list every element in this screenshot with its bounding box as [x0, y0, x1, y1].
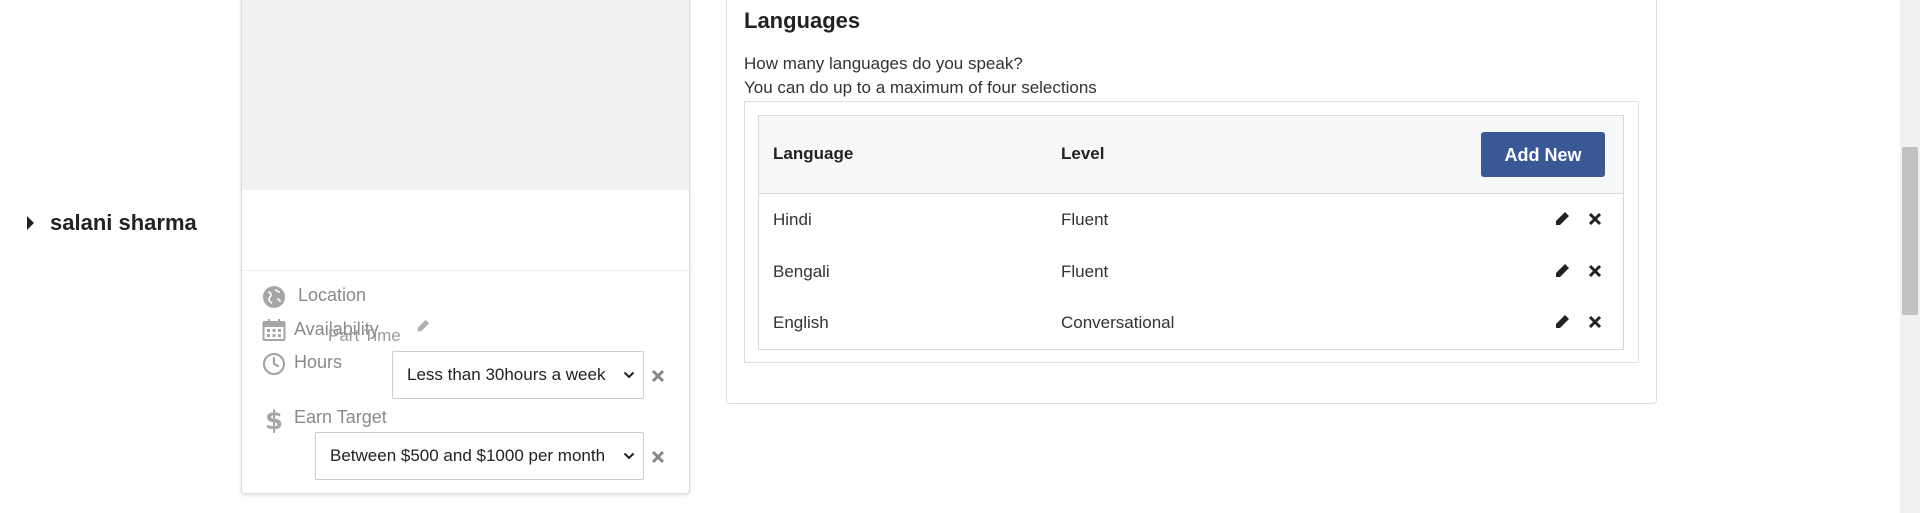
availability-value: Part Time [328, 326, 401, 345]
svg-text:$: $ [265, 406, 283, 434]
languages-title: Languages [744, 8, 861, 33]
pencil-icon[interactable] [416, 319, 430, 333]
globe-icon [263, 286, 285, 308]
profile-photo [242, 0, 689, 190]
earn-target-select-value: Between $500 and $1000 per month [330, 446, 606, 465]
close-icon[interactable] [651, 369, 665, 383]
scrollbar-thumb[interactable] [1902, 147, 1918, 315]
languages-question: How many languages do you speak? [744, 54, 1023, 73]
languages-hint: You can do up to a maximum of four selec… [744, 78, 1097, 97]
caret-right-icon[interactable] [27, 216, 34, 230]
close-icon[interactable] [1587, 314, 1603, 330]
pencil-icon[interactable] [1554, 263, 1570, 279]
close-icon[interactable] [651, 450, 665, 464]
level-cell: Conversational [1061, 313, 1175, 332]
add-new-button[interactable]: Add New [1481, 132, 1605, 177]
earn-target-label: Earn Target [294, 407, 387, 427]
close-icon[interactable] [1587, 263, 1603, 279]
clock-icon [262, 352, 286, 376]
location-label: Location [298, 285, 367, 305]
column-header-level: Level [1061, 144, 1105, 163]
chevron-down-icon [623, 452, 635, 460]
level-cell: Fluent [1061, 210, 1109, 229]
pencil-icon[interactable] [1554, 314, 1570, 330]
column-header-language: Language [773, 144, 854, 163]
hours-label: Hours [294, 352, 343, 372]
level-cell: Fluent [1061, 262, 1109, 281]
chevron-down-icon [623, 371, 635, 379]
calendar-icon [262, 319, 286, 341]
hours-select-value: Less than 30hours a week [407, 365, 606, 384]
dollar-icon: $ [265, 406, 283, 434]
language-cell: English [773, 313, 829, 332]
profile-name-row[interactable] [242, 190, 689, 271]
hours-select[interactable]: Less than 30hours a week [392, 351, 644, 399]
language-cell: Hindi [773, 210, 812, 229]
pencil-icon[interactable] [1554, 211, 1570, 227]
close-icon[interactable] [1587, 211, 1603, 227]
earn-target-select[interactable]: Between $500 and $1000 per month [315, 432, 644, 480]
profile-name: salani sharma [50, 210, 197, 235]
language-cell: Bengali [773, 262, 830, 281]
